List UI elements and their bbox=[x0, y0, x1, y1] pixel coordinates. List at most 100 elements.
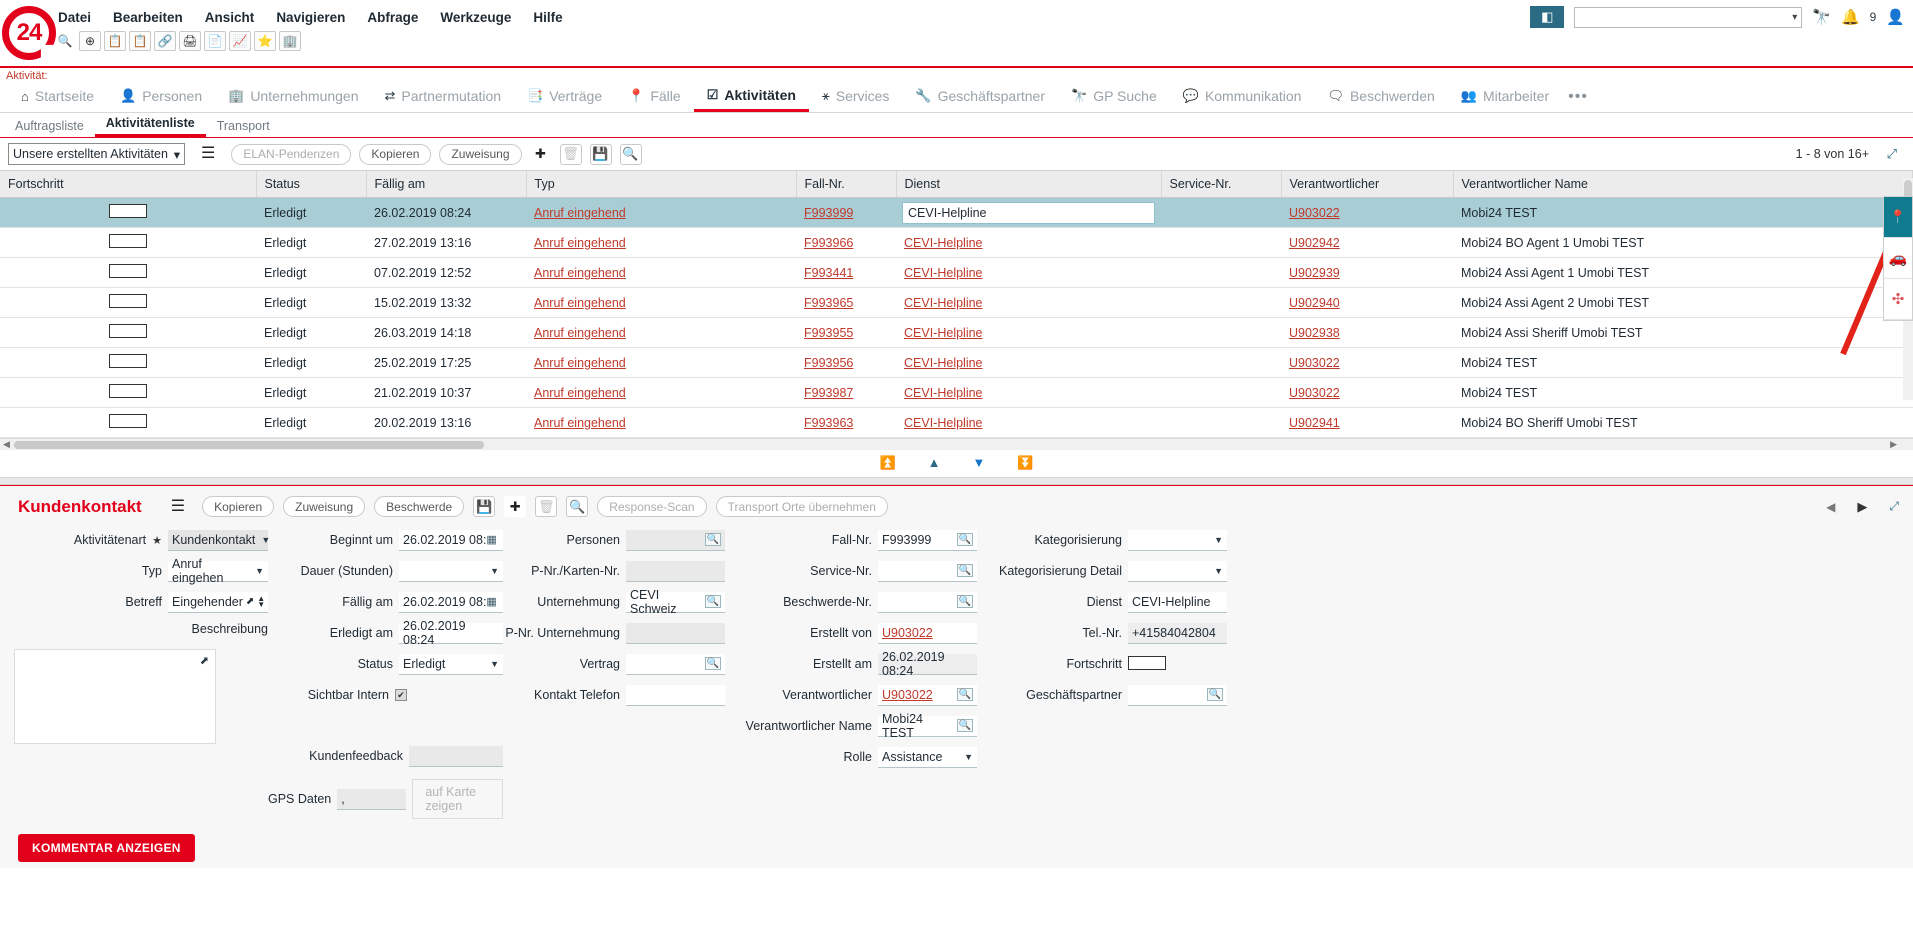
nav-aktivitaeten[interactable]: ☑ Aktivitäten bbox=[693, 83, 809, 112]
typ-link[interactable]: Anruf eingehend bbox=[534, 266, 626, 280]
verantwortlicher-link[interactable]: U902939 bbox=[1289, 266, 1340, 280]
cell-verantwortlicher[interactable]: U902941 bbox=[1281, 407, 1453, 438]
print-icon[interactable]: 🖨 bbox=[179, 31, 201, 51]
detail-kopieren-button[interactable]: Kopieren bbox=[202, 496, 275, 517]
cell-fallnr[interactable]: F993963 bbox=[796, 407, 896, 438]
search-icon[interactable]: 🔍 bbox=[566, 496, 589, 517]
fallnr-link[interactable]: F993441 bbox=[804, 266, 853, 280]
cell-fortschritt[interactable] bbox=[0, 317, 256, 348]
cell-fortschritt[interactable] bbox=[0, 287, 256, 318]
kopieren-button[interactable]: Kopieren bbox=[359, 143, 432, 165]
lookup-icon[interactable]: 🔍 bbox=[704, 595, 721, 608]
cell-dienst[interactable]: CEVI-Helpline bbox=[896, 377, 1161, 408]
table-row[interactable]: Erledigt 15.02.2019 13:32 Anruf eingehen… bbox=[0, 287, 1913, 318]
properties-icon[interactable]: 📄 bbox=[204, 31, 226, 51]
fallnr-link[interactable]: F993999 bbox=[804, 206, 853, 220]
table-row[interactable]: Erledigt 26.03.2019 14:18 Anruf eingehen… bbox=[0, 317, 1913, 348]
nav-unternehmungen[interactable]: 🏢 Unternehmungen bbox=[215, 84, 371, 110]
col-status[interactable]: Status bbox=[256, 171, 367, 198]
calendar-icon[interactable]: ▦ bbox=[486, 595, 496, 608]
expand-icon[interactable]: ⤢ bbox=[1887, 146, 1897, 162]
cell-dienst[interactable]: CEVI-Helpline bbox=[896, 287, 1161, 318]
nav-kommunikation[interactable]: 💬 Kommunikation bbox=[1170, 84, 1315, 110]
menu-hilfe[interactable]: Hilfe bbox=[533, 10, 562, 25]
calendar-icon[interactable]: ▦ bbox=[486, 533, 496, 546]
main-navigation[interactable]: ⌂ Startseite 👤 Personen 🏢 Unternehmungen ⇄ P… bbox=[0, 82, 1913, 112]
cell-typ[interactable]: Anruf eingehend bbox=[526, 227, 796, 258]
fallnr-link[interactable]: F993956 bbox=[804, 356, 853, 370]
select-typ[interactable]: Anruf eingehen ▼ bbox=[168, 557, 268, 585]
typ-link[interactable]: Anruf eingehend bbox=[534, 386, 626, 400]
popout-icon[interactable]: ⬈ bbox=[200, 654, 209, 667]
input-verantwortlicher[interactable]: U903022 🔍 bbox=[878, 684, 977, 706]
input-erledigt-am[interactable]: 26.02.2019 08:24 bbox=[399, 619, 503, 647]
trash-icon[interactable]: 🗑 bbox=[535, 496, 558, 517]
select-dauer[interactable]: ▼ bbox=[399, 560, 503, 582]
save-icon[interactable]: 💾 bbox=[589, 143, 612, 165]
elan-pendenzen-button[interactable]: ELAN-Pendenzen bbox=[231, 143, 352, 165]
cell-typ[interactable]: Anruf eingehend bbox=[526, 257, 796, 288]
typ-link[interactable]: Anruf eingehend bbox=[534, 296, 626, 310]
typ-link[interactable]: Anruf eingehend bbox=[534, 326, 626, 340]
last-record-icon[interactable]: ⏬ bbox=[1017, 455, 1033, 471]
verantwortlicher-link[interactable]: U902941 bbox=[1289, 416, 1340, 430]
dienst-link[interactable]: CEVI-Helpline bbox=[904, 386, 983, 400]
fallnr-link[interactable]: F993965 bbox=[804, 296, 853, 310]
fallnr-link[interactable]: F993963 bbox=[804, 416, 853, 430]
detail-nav[interactable]: ◀ ▶ ⤢ bbox=[1826, 499, 1899, 515]
cell-fortschritt[interactable] bbox=[0, 257, 256, 288]
sub-tabs[interactable]: Auftragsliste Aktivitätenliste Transport bbox=[0, 113, 1913, 137]
list-toolbar[interactable]: Unsere erstellten Aktivitäten ▾ ☰ ELAN-P… bbox=[0, 138, 1913, 170]
nav-services[interactable]: ⚹ Services bbox=[809, 84, 903, 110]
menu-bearbeiten[interactable]: Bearbeiten bbox=[113, 10, 183, 25]
cell-fallnr[interactable]: F993441 bbox=[796, 257, 896, 288]
dienst-link[interactable]: CEVI-Helpline bbox=[904, 266, 983, 280]
col-service-nr[interactable]: Service-Nr. bbox=[1161, 171, 1282, 198]
cell-fortschritt[interactable] bbox=[0, 227, 256, 258]
cell-verantwortlicher[interactable]: U903022 bbox=[1281, 197, 1453, 228]
app-toolbar[interactable]: 🔍 ⊕ 📋 📋 🔗 🖨 📄 📈 ⭐ 🏢 bbox=[54, 31, 301, 51]
input-geschaeftspartner[interactable]: 🔍 bbox=[1128, 684, 1227, 706]
cell-fallnr[interactable]: F993965 bbox=[796, 287, 896, 318]
scroll-thumb[interactable] bbox=[14, 441, 484, 449]
col-typ[interactable]: Typ bbox=[526, 171, 797, 198]
nav-startseite[interactable]: ⌂ Startseite bbox=[8, 84, 107, 110]
cell-typ[interactable]: Anruf eingehend bbox=[526, 317, 796, 348]
lookup-icon[interactable]: 🔍 bbox=[956, 564, 973, 577]
tab-aktivitaetenliste[interactable]: Aktivitätenliste bbox=[94, 114, 206, 137]
menu-ansicht[interactable]: Ansicht bbox=[205, 10, 255, 25]
cell-fortschritt[interactable] bbox=[0, 197, 256, 228]
menu-werkzeuge[interactable]: Werkzeuge bbox=[440, 10, 511, 25]
cell-verantwortlicher[interactable]: U902942 bbox=[1281, 227, 1453, 258]
cell-fallnr[interactable]: F993987 bbox=[796, 377, 896, 408]
input-dienst[interactable]: CEVI-Helpline bbox=[1128, 591, 1227, 613]
table-row[interactable]: Erledigt 07.02.2019 12:52 Anruf eingehen… bbox=[0, 257, 1913, 288]
user-icon[interactable]: 👤 bbox=[1886, 8, 1905, 26]
transport-orte-button[interactable]: Transport Orte übernehmen bbox=[715, 496, 888, 517]
hamburger-icon[interactable]: ☰ bbox=[201, 146, 215, 162]
typ-link[interactable]: Anruf eingehend bbox=[534, 236, 626, 250]
kommentar-anzeigen-button[interactable]: KOMMENTAR ANZEIGEN bbox=[18, 834, 195, 862]
chart-icon[interactable]: 📈 bbox=[229, 31, 251, 51]
table-row[interactable]: Erledigt 21.02.2019 10:37 Anruf eingehen… bbox=[0, 377, 1913, 408]
dienst-link[interactable]: CEVI-Helpline bbox=[904, 296, 983, 310]
record-navigation[interactable]: ⏫ ▲ ▼ ⏬ bbox=[0, 450, 1913, 477]
cell-dienst[interactable]: CEVI-Helpline bbox=[896, 257, 1161, 288]
cell-dienst[interactable]: CEVI-Helpline bbox=[896, 317, 1161, 348]
link-icon[interactable]: 🔗 bbox=[154, 31, 176, 51]
input-service-nr[interactable]: 🔍 bbox=[878, 560, 977, 582]
cell-dienst[interactable]: CEVI-Helpline bbox=[896, 347, 1161, 378]
input-pnr-kartennr[interactable] bbox=[626, 560, 725, 582]
cell-dienst[interactable]: CEVI-Helpline bbox=[896, 227, 1161, 258]
plus-icon[interactable]: ✚ bbox=[504, 496, 527, 517]
input-vertrag[interactable]: 🔍 bbox=[626, 653, 725, 675]
lookup-icon[interactable]: 🔍 bbox=[704, 533, 721, 546]
verantwortlicher-link[interactable]: U903022 bbox=[1289, 386, 1340, 400]
dienst-link[interactable]: CEVI-Helpline bbox=[904, 356, 983, 370]
bandage-icon[interactable]: ✣ bbox=[1884, 279, 1912, 320]
lookup-icon[interactable]: 🔍 bbox=[704, 657, 721, 670]
nav-vertraege[interactable]: 📑 Verträge bbox=[514, 84, 615, 110]
menu-navigieren[interactable]: Navigieren bbox=[276, 10, 345, 25]
lookup-icon[interactable]: 🔍 bbox=[956, 719, 973, 732]
fallnr-link[interactable]: F993987 bbox=[804, 386, 853, 400]
